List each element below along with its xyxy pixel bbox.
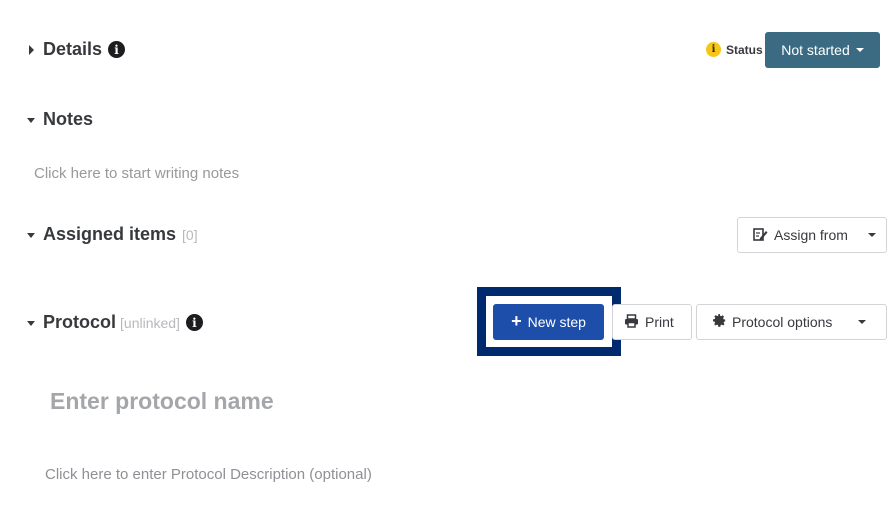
print-button[interactable]: Print xyxy=(612,304,692,340)
caret-down-icon xyxy=(26,114,40,126)
new-step-label: New step xyxy=(527,314,586,330)
notes-header[interactable]: Notes xyxy=(26,109,93,130)
notes-title: Notes xyxy=(43,109,94,129)
plus-icon: + xyxy=(511,311,522,331)
info-icon[interactable]: i xyxy=(108,41,126,58)
protocol-header[interactable]: Protocol [unlinked] i xyxy=(26,312,203,333)
info-icon[interactable]: i xyxy=(185,314,203,331)
status-dropdown-button[interactable]: Not started xyxy=(765,32,880,68)
protocol-name-input[interactable]: Enter protocol name xyxy=(50,388,274,415)
gear-icon xyxy=(713,314,726,330)
assigned-items-header[interactable]: Assigned items [0] xyxy=(26,224,198,245)
assigned-items-title: Assigned items xyxy=(43,224,177,244)
notes-placeholder[interactable]: Click here to start writing notes xyxy=(34,165,239,182)
protocol-options-label: Protocol options xyxy=(732,314,833,330)
caret-right-icon xyxy=(26,44,40,56)
details-title: Details xyxy=(43,39,103,59)
chevron-down-icon xyxy=(867,233,876,237)
protocol-link-state: [unlinked] xyxy=(120,314,180,331)
chevron-down-icon xyxy=(858,320,867,324)
print-label: Print xyxy=(645,314,674,330)
assign-from-button[interactable]: Assign from xyxy=(737,217,887,253)
assigned-items-count: [0] xyxy=(182,226,198,243)
assign-edit-icon xyxy=(753,227,768,244)
caret-down-icon xyxy=(26,229,40,241)
chevron-down-icon xyxy=(855,48,864,52)
caret-down-icon xyxy=(26,317,40,329)
status-label-wrap: i Status xyxy=(706,42,763,57)
details-header[interactable]: Details i xyxy=(26,39,126,60)
status-info-icon[interactable]: i xyxy=(706,42,721,57)
protocol-options-button[interactable]: Protocol options xyxy=(696,304,887,340)
new-step-button[interactable]: + New step xyxy=(493,304,604,340)
status-label: Status xyxy=(726,42,763,57)
protocol-title: Protocol xyxy=(43,312,117,332)
protocol-description-input[interactable]: Click here to enter Protocol Description… xyxy=(45,466,372,483)
status-button-label: Not started xyxy=(781,42,850,58)
assign-from-label: Assign from xyxy=(774,227,848,243)
printer-icon xyxy=(624,313,639,331)
